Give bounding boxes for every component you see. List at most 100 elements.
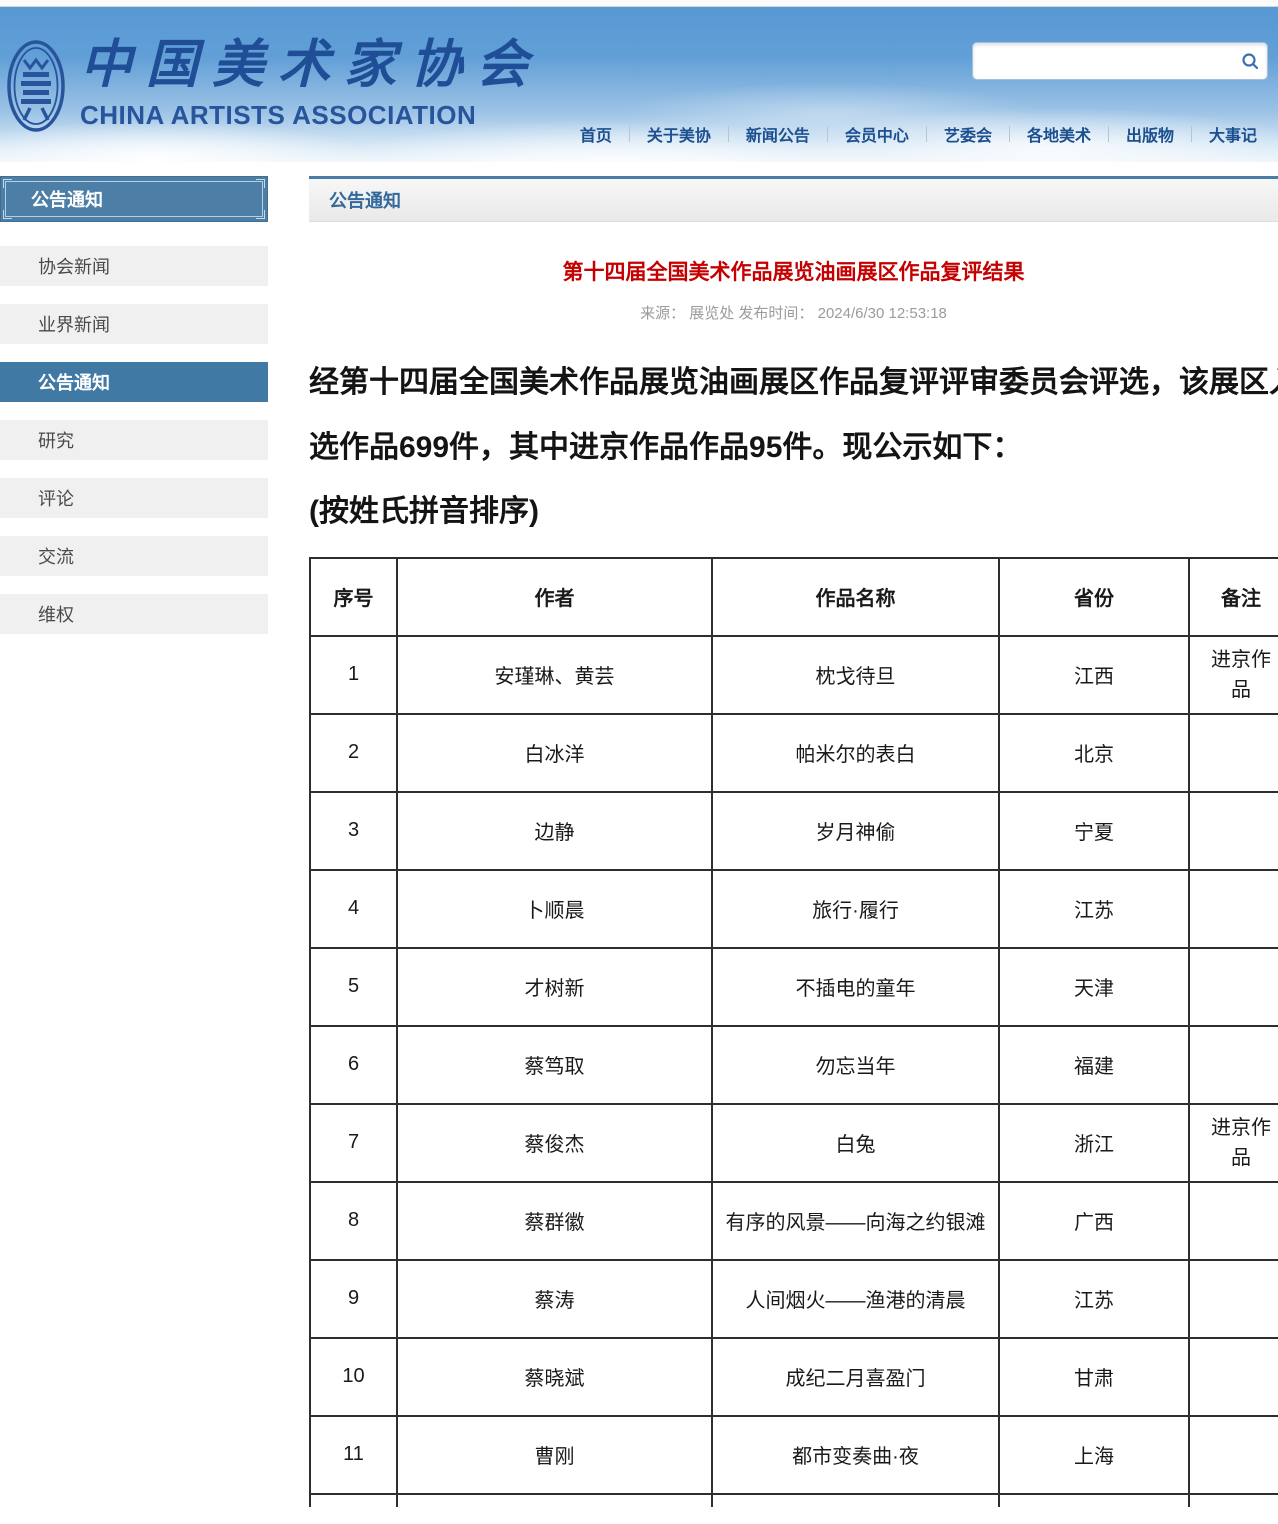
page-body: 公告通知 协会新闻业界新闻公告通知研究评论交流维权 公告通知 第十四届全国美术作… [0,162,1278,1507]
work-title-cell: 帕米尔的表白 [712,714,999,792]
nav-item-3[interactable]: 新闻公告 [729,122,827,146]
logo-chinese-title: 中国美术家协会 [80,32,542,98]
table-row: 6蔡笃取勿忘当年福建 [310,1026,1278,1104]
breadcrumb-label: 公告通知 [329,187,401,213]
table-row: 3边静岁月神偷宁夏 [310,792,1278,870]
note-cell [1189,714,1278,792]
author-cell: 才树新 [397,948,712,1026]
sidebar-panel-header: 公告通知 [0,176,268,222]
row-number-cell: 1 [310,636,397,714]
table-row: 5才树新不插电的童年天津 [310,948,1278,1026]
results-table-head: 序号作者作品名称省份备注 [310,558,1278,636]
nav-item-5[interactable]: 艺委会 [927,122,1009,146]
province-cell: 广西 [999,1182,1189,1260]
frame-corner-icon [256,179,265,188]
article-title: 第十四届全国美术作品展览油画展区作品复评结果 [309,256,1278,286]
province-cell: 北京 [999,714,1189,792]
sidebar: 公告通知 协会新闻业界新闻公告通知研究评论交流维权 [0,176,268,1507]
note-cell [1189,1182,1278,1260]
work-title-cell: 白兔 [712,1104,999,1182]
association-logo[interactable]: 中国美术家协会 CHINA ARTISTS ASSOCIATION [6,32,542,134]
table-row: 7蔡俊杰白兔浙江进京作品 [310,1104,1278,1182]
sidebar-item-7[interactable]: 维权 [0,594,268,634]
table-row: 8蔡群徽有序的风景——向海之约银滩广西 [310,1182,1278,1260]
sidebar-item-4[interactable]: 研究 [0,420,268,460]
author-cell: 蔡笃取 [397,1026,712,1104]
author-cell: 卜顺晨 [397,870,712,948]
row-number-cell: 7 [310,1104,397,1182]
work-title-cell: 岁月神偷 [712,792,999,870]
province-cell: 福建 [999,1026,1189,1104]
table-row: 10蔡晓斌成纪二月喜盈门甘肃 [310,1338,1278,1416]
empty-cell [712,1494,999,1507]
note-cell [1189,948,1278,1026]
sidebar-item-1[interactable]: 协会新闻 [0,246,268,286]
work-title-cell: 都市变奏曲·夜 [712,1416,999,1494]
empty-cell [310,1494,397,1507]
site-header: 中国美术家协会 CHINA ARTISTS ASSOCIATION 首页关于美协… [0,0,1278,162]
work-title-cell: 不插电的童年 [712,948,999,1026]
work-title-cell: 成纪二月喜盈门 [712,1338,999,1416]
author-cell: 蔡涛 [397,1260,712,1338]
table-row: 11曹刚都市变奏曲·夜上海 [310,1416,1278,1494]
note-cell [1189,1026,1278,1104]
mei-seal-icon [6,38,66,134]
note-cell [1189,1338,1278,1416]
nav-item-6[interactable]: 各地美术 [1010,122,1108,146]
province-cell: 江苏 [999,870,1189,948]
province-cell: 江西 [999,636,1189,714]
nav-item-2[interactable]: 关于美协 [630,122,728,146]
top-strip [0,0,1278,7]
search-button[interactable] [1233,43,1267,79]
column-header: 省份 [999,558,1189,636]
note-cell [1189,870,1278,948]
article-meta: 来源： 展览处 发布时间： 2024/6/30 12:53:18 [309,302,1278,323]
main-content: 公告通知 第十四届全国美术作品展览油画展区作品复评结果 来源： 展览处 发布时间… [309,176,1278,1507]
work-title-cell: 枕戈待旦 [712,636,999,714]
results-table: 序号作者作品名称省份备注 1安瑾琳、黄芸枕戈待旦江西进京作品2白冰洋帕米尔的表白… [309,557,1278,1507]
row-number-cell: 10 [310,1338,397,1416]
work-title-cell: 旅行·履行 [712,870,999,948]
note-cell [1189,1260,1278,1338]
province-cell: 宁夏 [999,792,1189,870]
column-header: 作品名称 [712,558,999,636]
sort-note: (按姓氏拼音排序) [309,480,1278,545]
sidebar-item-2[interactable]: 业界新闻 [0,304,268,344]
row-number-cell: 2 [310,714,397,792]
search-input[interactable] [973,43,1233,79]
author-cell: 边静 [397,792,712,870]
table-row: 2白冰洋帕米尔的表白北京 [310,714,1278,792]
note-cell: 进京作品 [1189,1104,1278,1182]
author-cell: 蔡俊杰 [397,1104,712,1182]
table-row-partial [310,1494,1278,1507]
province-cell: 江苏 [999,1260,1189,1338]
work-title-cell: 勿忘当年 [712,1026,999,1104]
sidebar-panel-title: 公告通知 [31,186,103,212]
province-cell: 甘肃 [999,1338,1189,1416]
sidebar-item-6[interactable]: 交流 [0,536,268,576]
column-header: 序号 [310,558,397,636]
row-number-cell: 9 [310,1260,397,1338]
article-body: 经第十四届全国美术作品展览油画展区作品复评评审委员会评选，该展区入选作品699件… [309,351,1278,545]
province-cell: 天津 [999,948,1189,1026]
row-number-cell: 6 [310,1026,397,1104]
sidebar-item-3[interactable]: 公告通知 [0,362,268,402]
note-cell [1189,1416,1278,1494]
author-cell: 白冰洋 [397,714,712,792]
nav-item-7[interactable]: 出版物 [1109,122,1191,146]
table-row: 9蔡涛人间烟火——渔港的清晨江苏 [310,1260,1278,1338]
results-table-body: 1安瑾琳、黄芸枕戈待旦江西进京作品2白冰洋帕米尔的表白北京3边静岁月神偷宁夏4卜… [310,636,1278,1507]
row-number-cell: 4 [310,870,397,948]
work-title-cell: 人间烟火——渔港的清晨 [712,1260,999,1338]
main-nav: 首页关于美协新闻公告会员中心艺委会各地美术出版物大事记 [563,122,1274,146]
note-cell: 进京作品 [1189,636,1278,714]
nav-item-8[interactable]: 大事记 [1192,122,1274,146]
table-header-row: 序号作者作品名称省份备注 [310,558,1278,636]
nav-item-4[interactable]: 会员中心 [828,122,926,146]
row-number-cell: 11 [310,1416,397,1494]
frame-corner-icon [256,210,265,219]
sidebar-item-5[interactable]: 评论 [0,478,268,518]
nav-item-1[interactable]: 首页 [563,122,629,146]
frame-corner-icon [3,210,12,219]
article-paragraph: 经第十四届全国美术作品展览油画展区作品复评评审委员会评选，该展区入选作品699件… [309,351,1278,480]
